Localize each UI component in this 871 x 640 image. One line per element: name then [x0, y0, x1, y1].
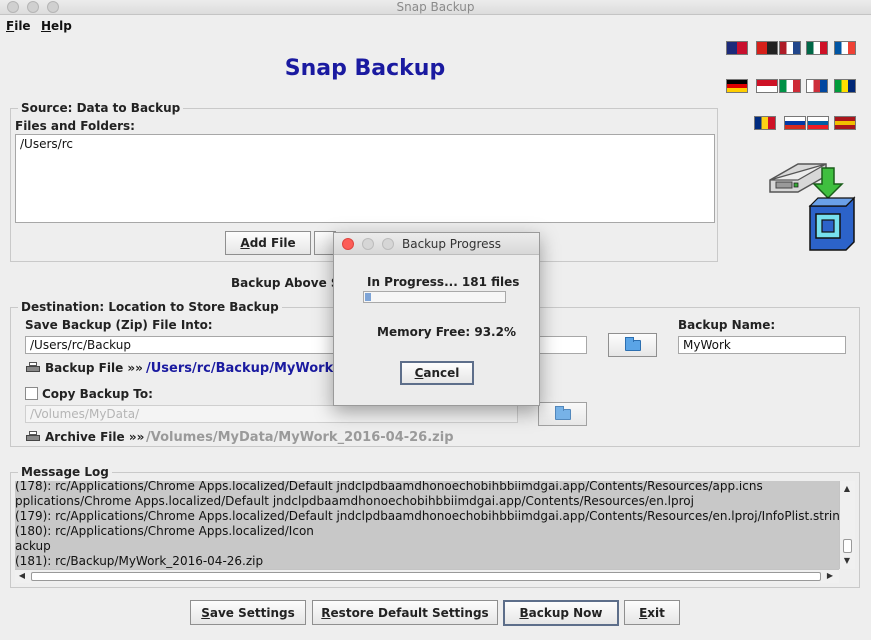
backup-above-label: Backup Above Se: [231, 276, 348, 290]
flag-france-icon[interactable]: [834, 41, 856, 55]
flag-spain-icon[interactable]: [834, 116, 856, 130]
printer-icon: [26, 362, 40, 374]
flag-south-korea-icon[interactable]: [806, 79, 828, 93]
app-title: Snap Backup: [284, 56, 446, 81]
scroll-right-icon[interactable]: ▶: [823, 570, 837, 582]
dialog-minimize-icon: [362, 238, 374, 250]
flag-indonesia-icon[interactable]: [756, 79, 778, 93]
flag-mexico-icon[interactable]: [806, 41, 828, 55]
copy-backup-label: Copy Backup To:: [42, 387, 153, 401]
list-item[interactable]: /Users/rc: [20, 137, 710, 152]
log-vertical-scrollbar[interactable]: ▲ ▼: [839, 481, 855, 569]
restore-defaults-button[interactable]: Restore Default Settings: [312, 600, 498, 625]
dialog-titlebar: Backup Progress: [334, 233, 539, 255]
backup-name-label: Backup Name:: [678, 318, 776, 332]
folder-icon: [554, 405, 571, 420]
flag-brazil-icon[interactable]: [834, 79, 856, 93]
dialog-zoom-icon: [382, 238, 394, 250]
dialog-title: Backup Progress: [402, 237, 502, 251]
save-settings-button[interactable]: Save Settings: [190, 600, 306, 625]
progress-bar-fill: [365, 293, 371, 301]
dialog-close-icon[interactable]: [342, 238, 354, 250]
progress-status: In Progress... 181 files: [367, 275, 520, 289]
scroll-up-icon[interactable]: ▲: [840, 483, 854, 495]
log-horizontal-thumb[interactable]: [31, 572, 821, 581]
backup-file-path[interactable]: /Users/rc/Backup/MyWork_: [146, 361, 340, 376]
window-titlebar: Snap Backup: [0, 0, 871, 15]
save-into-label: Save Backup (Zip) File Into:: [25, 318, 213, 332]
log-line: (181): rc/Backup/MyWork_2016-04-26.zip: [15, 554, 264, 568]
flag-netherlands-icon[interactable]: [779, 41, 801, 55]
flag-romania-icon[interactable]: [754, 116, 776, 130]
menu-help[interactable]: Help: [41, 19, 72, 33]
log-line: (178): rc/Applications/Chrome Apps.local…: [15, 481, 763, 493]
destination-group-title: Destination: Location to Store Backup: [18, 300, 282, 314]
message-log-title: Message Log: [18, 465, 112, 479]
source-group-title: Source: Data to Backup: [18, 101, 184, 115]
backup-now-button[interactable]: Backup Now: [503, 600, 619, 626]
flag-germany-icon[interactable]: [726, 79, 748, 93]
files-folders-list[interactable]: /Users/rc: [15, 134, 715, 223]
log-line: (179): rc/Applications/Chrome Apps.local…: [15, 509, 839, 523]
folder-icon: [624, 336, 641, 351]
flag-albania-icon[interactable]: [756, 41, 778, 55]
flag-new-zealand-icon[interactable]: [726, 41, 748, 55]
copy-path-field[interactable]: /Volumes/MyData/: [25, 405, 518, 423]
progress-bar: [363, 291, 506, 303]
log-line: (180): rc/Applications/Chrome Apps.local…: [15, 524, 314, 538]
flag-russia-icon[interactable]: [784, 116, 806, 130]
backup-name-field[interactable]: MyWork: [678, 336, 846, 354]
log-horizontal-scrollbar[interactable]: ◀ ▶: [15, 569, 839, 583]
memory-free-label: Memory Free: 93.2%: [377, 325, 516, 339]
window-title: Snap Backup: [396, 0, 475, 14]
backup-drive-icon: [769, 163, 856, 251]
scroll-left-icon[interactable]: ◀: [15, 570, 29, 582]
archive-file-path: /Volumes/MyData/MyWork_2016-04-26.zip: [146, 430, 454, 445]
log-line: pplications/Chrome Apps.localized/Defaul…: [15, 494, 694, 508]
browse-copy-folder-button[interactable]: [538, 402, 587, 426]
scroll-down-icon[interactable]: ▼: [840, 555, 854, 567]
message-log-text[interactable]: (178): rc/Applications/Chrome Apps.local…: [15, 481, 839, 569]
cancel-button[interactable]: Cancel: [400, 361, 474, 385]
archive-file-label: Archive File »»: [45, 430, 145, 444]
add-file-button[interactable]: Add File: [225, 231, 311, 255]
backup-progress-dialog: Backup Progress In Progress... 181 files…: [333, 232, 540, 406]
browse-save-folder-button[interactable]: [608, 333, 657, 357]
log-vertical-thumb[interactable]: [843, 539, 852, 553]
flag-slovenia-icon[interactable]: [807, 116, 829, 130]
exit-button[interactable]: Exit: [624, 600, 680, 625]
flag-italy-icon[interactable]: [779, 79, 801, 93]
menu-file[interactable]: File: [6, 19, 31, 33]
printer-icon: [26, 431, 40, 443]
log-line: ackup: [15, 539, 51, 553]
files-folders-label: Files and Folders:: [15, 119, 135, 133]
backup-file-label: Backup File »»: [45, 361, 143, 375]
copy-backup-checkbox[interactable]: [25, 387, 38, 400]
menu-bar: File Help: [0, 16, 871, 36]
